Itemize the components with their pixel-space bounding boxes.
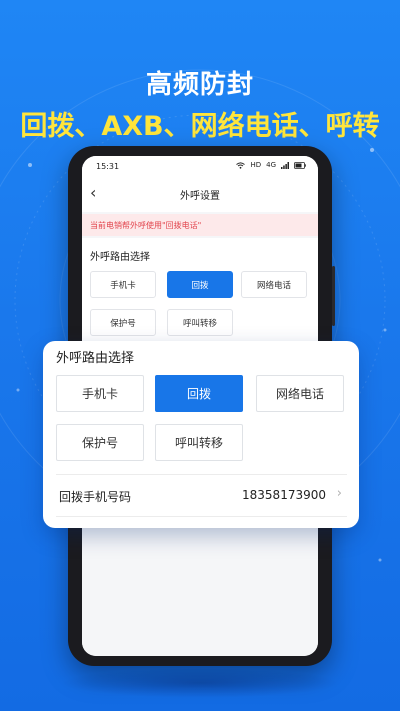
hd-icon: HD [250, 161, 262, 169]
popup-option-sim[interactable]: 手机卡 [56, 375, 144, 412]
status-bar: 15:31 HD 4G [82, 156, 318, 176]
popup-title: 外呼路由选择 [56, 351, 135, 366]
promo-title: 高频防封 [145, 70, 254, 100]
notice-banner: 当前电销帮外呼使用"回拨电话" [82, 214, 318, 236]
divider [56, 474, 347, 475]
route-section-title: 外呼路由选择 [90, 252, 150, 263]
battery-icon [294, 161, 306, 169]
promo-subtitle: 回拨、AXB、网络电话、呼转 [20, 111, 380, 142]
route-section: 外呼路由选择 手机卡 回拨 网络电话 保护号 呼叫转移 [82, 238, 318, 348]
page-title: 外呼设置 [180, 191, 220, 202]
popup-option-voip[interactable]: 网络电话 [256, 375, 344, 412]
wifi-icon [236, 161, 246, 169]
route-option-voip[interactable]: 网络电话 [241, 271, 307, 298]
route-option-protect[interactable]: 保护号 [90, 309, 156, 336]
signal-icon: 4G [266, 161, 276, 169]
chevron-right-icon[interactable]: › [337, 486, 342, 501]
callback-number-value[interactable]: 18358173900 [242, 488, 326, 502]
route-popup-card: 外呼路由选择 手机卡 回拨 网络电话 保护号 呼叫转移 回拨手机号码 18358… [43, 341, 359, 528]
route-option-sim[interactable]: 手机卡 [90, 271, 156, 298]
popup-option-callback[interactable]: 回拨 [155, 375, 243, 412]
phone-shadow [60, 668, 340, 698]
status-time: 15:31 [96, 162, 120, 171]
popup-option-protect[interactable]: 保护号 [56, 424, 144, 461]
signal-bars-icon [281, 161, 289, 169]
popup-option-forward[interactable]: 呼叫转移 [155, 424, 243, 461]
callback-number-label: 回拨手机号码 [59, 490, 132, 504]
nav-bar: ‹ 外呼设置 [82, 176, 318, 212]
route-option-forward[interactable]: 呼叫转移 [167, 309, 233, 336]
route-option-callback[interactable]: 回拨 [167, 271, 233, 298]
status-icons: HD 4G [236, 161, 306, 169]
divider [56, 516, 347, 517]
